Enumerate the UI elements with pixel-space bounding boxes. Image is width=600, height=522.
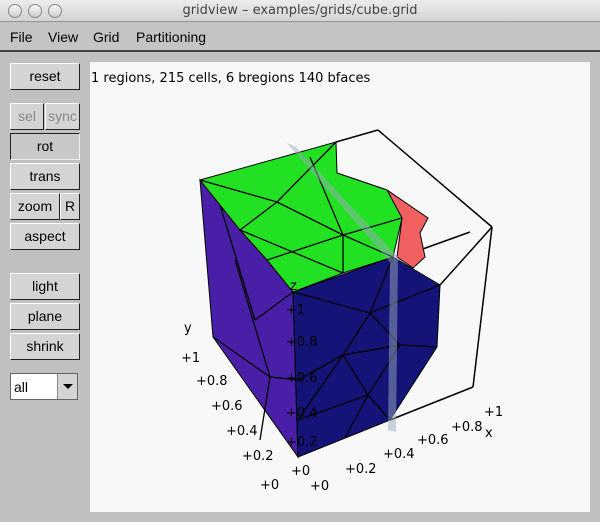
sync-button[interactable]: sync xyxy=(45,103,80,130)
zoom-button[interactable]: zoom xyxy=(10,193,60,220)
minimize-button[interactable] xyxy=(28,4,42,18)
z-axis-label: z xyxy=(290,279,297,294)
z-tick: +1 xyxy=(286,303,305,318)
grid-view-canvas[interactable]: 1 regions, 215 cells, 6 bregions 140 bfa… xyxy=(90,62,590,512)
x-tick: +0 xyxy=(310,479,329,494)
y-tick: +0.4 xyxy=(226,424,258,439)
region-select-value: all xyxy=(14,379,29,395)
z-tick: +0 xyxy=(291,464,310,479)
z-tick: +0.6 xyxy=(286,371,318,386)
front-face xyxy=(292,256,441,458)
y-tick: +0 xyxy=(260,478,279,493)
z-tick: +0.4 xyxy=(286,406,318,421)
title-bar: gridview – examples/grids/cube.grid xyxy=(0,0,600,22)
light-button[interactable]: light xyxy=(10,273,80,300)
chevron-down-icon[interactable] xyxy=(57,374,77,399)
menu-view[interactable]: View xyxy=(48,29,78,45)
x-tick: +0.6 xyxy=(417,433,449,448)
menu-file[interactable]: File xyxy=(10,29,33,45)
sel-button[interactable]: sel xyxy=(10,103,44,130)
z-tick: +0.2 xyxy=(286,435,318,450)
maximize-button[interactable] xyxy=(48,4,62,18)
region-select[interactable]: all xyxy=(10,373,78,400)
x-tick: +0.8 xyxy=(451,420,483,435)
aspect-button[interactable]: aspect xyxy=(10,223,80,250)
x-tick: +1 xyxy=(484,405,503,420)
shrink-button[interactable]: shrink xyxy=(10,333,80,360)
cube-render: y +1 +0.8 +0.6 +0.4 +0.2 +0 z +1 +0.8 +0… xyxy=(181,129,503,494)
y-tick: +0.6 xyxy=(211,399,243,414)
close-button[interactable] xyxy=(8,4,22,18)
trans-button[interactable]: trans xyxy=(10,163,80,190)
y-axis-label: y xyxy=(184,321,192,336)
reset-zoom-button[interactable]: R xyxy=(60,193,80,220)
z-tick: +0.8 xyxy=(286,335,318,350)
menu-grid[interactable]: Grid xyxy=(93,29,119,45)
rot-button[interactable]: rot xyxy=(10,133,80,160)
window-title: gridview – examples/grids/cube.grid xyxy=(182,3,418,18)
plane-button[interactable]: plane xyxy=(10,303,80,330)
y-tick: +0.8 xyxy=(196,374,228,389)
y-tick: +1 xyxy=(181,351,200,366)
menu-partitioning[interactable]: Partitioning xyxy=(136,29,206,45)
x-tick: +0.2 xyxy=(345,462,377,477)
menu-bar: File View Grid Partitioning xyxy=(0,23,600,52)
y-tick: +0.2 xyxy=(242,449,274,464)
x-axis-label: x xyxy=(485,426,493,441)
x-tick: +0.4 xyxy=(383,447,415,462)
reset-button[interactable]: reset xyxy=(10,63,80,90)
